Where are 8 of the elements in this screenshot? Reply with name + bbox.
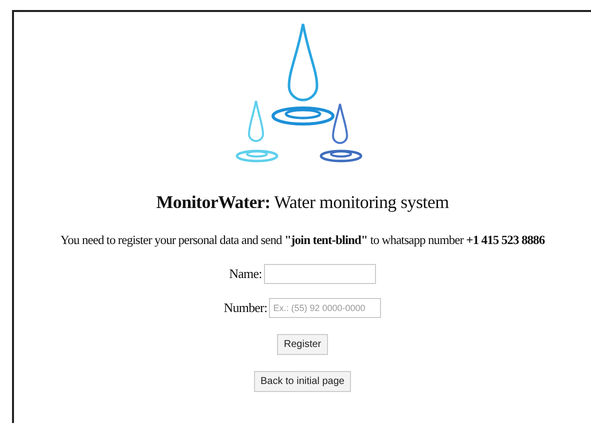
back-button[interactable]: Back to initial page [254, 371, 352, 392]
name-field[interactable] [264, 264, 376, 284]
field-label: Number: [224, 300, 268, 316]
number-field[interactable]: Ex.: (55) 92 0000-0000 [269, 298, 382, 318]
field-label: Name: [229, 266, 262, 282]
register-button[interactable]: Register [276, 334, 328, 355]
instructions-text: You need to register your personal data and send "join tent-blind" to whatsapp number +1 415 523 8886 [60, 233, 545, 248]
page-heading: MonitorWater: Water monitoring system [156, 192, 449, 213]
